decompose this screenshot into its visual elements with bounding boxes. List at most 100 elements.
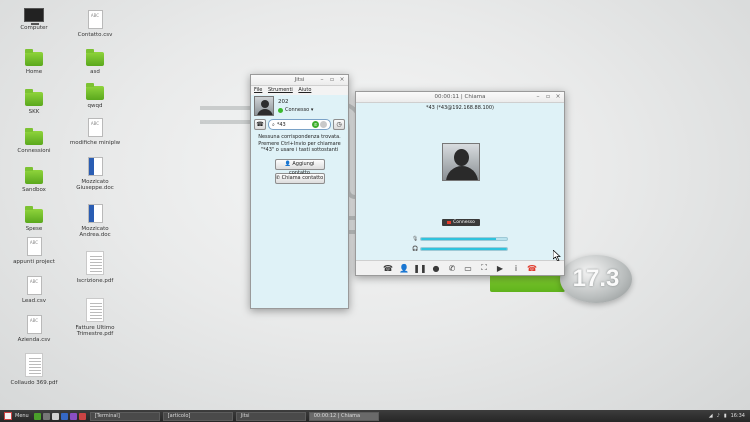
info-icon[interactable]: i	[508, 264, 524, 273]
desktop-icon-label: Connessioni	[17, 148, 51, 154]
files-icon[interactable]	[51, 412, 59, 420]
battery-icon[interactable]: ▮	[724, 413, 727, 419]
jitsi-main-window[interactable]: Jitsi – ▫ × File Strumenti Aiuto 202 Con…	[250, 74, 349, 309]
microphone-volume-fill	[421, 238, 496, 240]
record-icon	[447, 221, 452, 224]
close-button[interactable]: ×	[554, 93, 562, 100]
video-icon[interactable]: ▶	[492, 264, 508, 273]
desktop-icon-qwqd[interactable]: qwqd	[66, 83, 124, 109]
search-input[interactable]: ⌕ *43 ✆	[268, 119, 331, 130]
monitor-icon	[24, 8, 44, 25]
desktop-icon-mozzicato-giuseppe[interactable]: Mozzicato Giuseppe.doc	[66, 157, 124, 191]
speaker-volume-bar[interactable]	[420, 247, 508, 251]
call-window[interactable]: 00:00:11 | Chiama – ▫ × *43 (*43@192.168…	[355, 91, 565, 276]
menu-strumenti[interactable]: Strumenti	[268, 87, 293, 93]
desktop-icon-lead[interactable]: ABC Lead.csv	[5, 276, 63, 304]
desktop-icon-iscrizione[interactable]: Iscrizione.pdf	[66, 251, 124, 284]
status-selector[interactable]: Connesso ▾	[278, 107, 313, 113]
record-icon[interactable]: ●	[428, 264, 444, 273]
volume-icon[interactable]: ♪	[717, 413, 720, 419]
doc-icon: ABC	[87, 10, 103, 29]
taskbar-item-terminal[interactable]: [Terminal]	[89, 411, 160, 421]
folder-icon	[25, 89, 43, 106]
fullscreen-icon[interactable]: ⛶	[476, 263, 492, 273]
taskbar-item-label: [Terminal]	[94, 413, 120, 419]
desktop-icon-label: Azienda.csv	[17, 337, 51, 343]
maximize-button[interactable]: ▫	[544, 93, 552, 100]
taskbar-item-call[interactable]: 00:00:12 | Chiama	[308, 411, 379, 421]
desktop-icon-home[interactable]: Home	[5, 49, 63, 75]
taskbar-item-label: 00:00:12 | Chiama	[313, 413, 361, 419]
desktop-icon-label: Sandbox	[22, 187, 46, 193]
desktop-icon-computer[interactable]: Computer	[5, 8, 63, 31]
desktop-share-icon[interactable]: ▭	[460, 264, 476, 273]
mail-icon[interactable]	[78, 412, 86, 420]
terminal-icon[interactable]	[42, 412, 50, 420]
call-icon[interactable]: ✆	[312, 121, 319, 128]
folder-icon	[25, 167, 43, 184]
desktop-icon-skk[interactable]: SKK	[5, 89, 63, 115]
microphone-volume-bar[interactable]	[420, 237, 508, 241]
desktop-icon-appunti[interactable]: ABC appunti project	[5, 237, 63, 265]
desktop-icon-asd[interactable]: asd	[66, 49, 124, 75]
avatar[interactable]	[254, 96, 274, 116]
desktop-icon-connessioni[interactable]: Connessioni	[5, 128, 63, 154]
add-contact-button[interactable]: 👤 Aggiungi contatto	[274, 158, 325, 176]
network-icon[interactable]: ◢	[709, 413, 713, 419]
menu-aiuto[interactable]: Aiuto	[298, 87, 311, 93]
microphone-volume[interactable]: 🎙	[412, 236, 508, 242]
jitsi-titlebar[interactable]: Jitsi – ▫ ×	[251, 75, 348, 86]
call-contact-button[interactable]: ✆ Chiama contatto	[274, 172, 325, 184]
desktop-icon-label: Iscrizione.pdf	[76, 278, 114, 284]
folder-icon	[25, 206, 43, 223]
chevron-down-icon: ▾	[309, 107, 314, 113]
home-folder-icon	[25, 49, 43, 66]
folder-icon	[25, 128, 43, 145]
minimize-button[interactable]: –	[534, 93, 542, 100]
menu-label: Menu	[15, 413, 29, 419]
desktop-icon-collaudo[interactable]: Collaudo 369.pdf	[5, 353, 63, 386]
desktop-icon-modifiche[interactable]: ABC modifiche miniplw	[66, 118, 124, 146]
status-badge-label: Connesso	[453, 220, 475, 225]
call-titlebar[interactable]: 00:00:11 | Chiama – ▫ ×	[356, 92, 564, 103]
transfer-icon[interactable]: 👤	[396, 264, 412, 273]
clear-icon[interactable]	[320, 121, 327, 128]
maximize-button[interactable]: ▫	[328, 76, 336, 83]
menu-button[interactable]: Menu	[0, 410, 33, 422]
show-desktop-icon[interactable]	[33, 412, 41, 420]
hold-icon[interactable]: ❚❚	[412, 264, 428, 273]
doc-icon: ABC	[26, 237, 42, 256]
close-button[interactable]: ×	[338, 76, 346, 83]
clock[interactable]: 16:34	[731, 413, 745, 419]
hangup-icon[interactable]: ☎	[524, 264, 540, 273]
no-match-hint: Nessuna corrispondenza trovata. Premere …	[258, 134, 341, 153]
account-row: 202 Connesso ▾	[251, 95, 348, 117]
desktop-icon-azienda[interactable]: ABC Azienda.csv	[5, 315, 63, 343]
desktop-icon-label: Spese	[25, 226, 43, 232]
call-window-title: 00:00:11 | Chiama	[434, 94, 486, 100]
desktop-icon-mozzicato-andrea[interactable]: Mozzicato Andrea.doc	[66, 204, 124, 238]
search-icon: ⌕	[272, 121, 275, 128]
call-peer: *43 (*43@192.168.88.100)	[426, 105, 494, 111]
taskbar-item-articolo[interactable]: [articolo]	[162, 411, 233, 421]
desktop-icon-fatture[interactable]: Fatture Ultimo Trimestre.pdf	[66, 298, 124, 337]
dialpad-button[interactable]: ☎	[254, 119, 266, 130]
desktop-icon-label: Collaudo 369.pdf	[10, 380, 58, 386]
dialpad-icon[interactable]: ☎	[380, 264, 396, 273]
desktop-icon-label: asd	[90, 69, 100, 75]
jitsi-menubar: File Strumenti Aiuto	[251, 86, 348, 95]
browser-icon[interactable]	[60, 412, 68, 420]
history-button[interactable]: ◷	[333, 119, 345, 130]
speaker-volume[interactable]: 🎧	[412, 246, 508, 252]
editor-icon[interactable]	[69, 412, 77, 420]
desktop-icon-label: SKK	[28, 109, 40, 115]
desktop-icon-spese[interactable]: Spese	[5, 206, 63, 232]
minimize-button[interactable]: –	[318, 76, 326, 83]
desktop-icon-contatto[interactable]: ABC Contatto.csv	[66, 10, 124, 38]
doc-icon: ABC	[26, 276, 42, 295]
mute-icon[interactable]: ✆	[444, 264, 460, 273]
desktop-icon-sandbox[interactable]: Sandbox	[5, 167, 63, 193]
mint-menu-icon	[4, 412, 12, 420]
menu-file[interactable]: File	[254, 87, 262, 93]
taskbar-item-jitsi[interactable]: Jitsi	[235, 411, 306, 421]
